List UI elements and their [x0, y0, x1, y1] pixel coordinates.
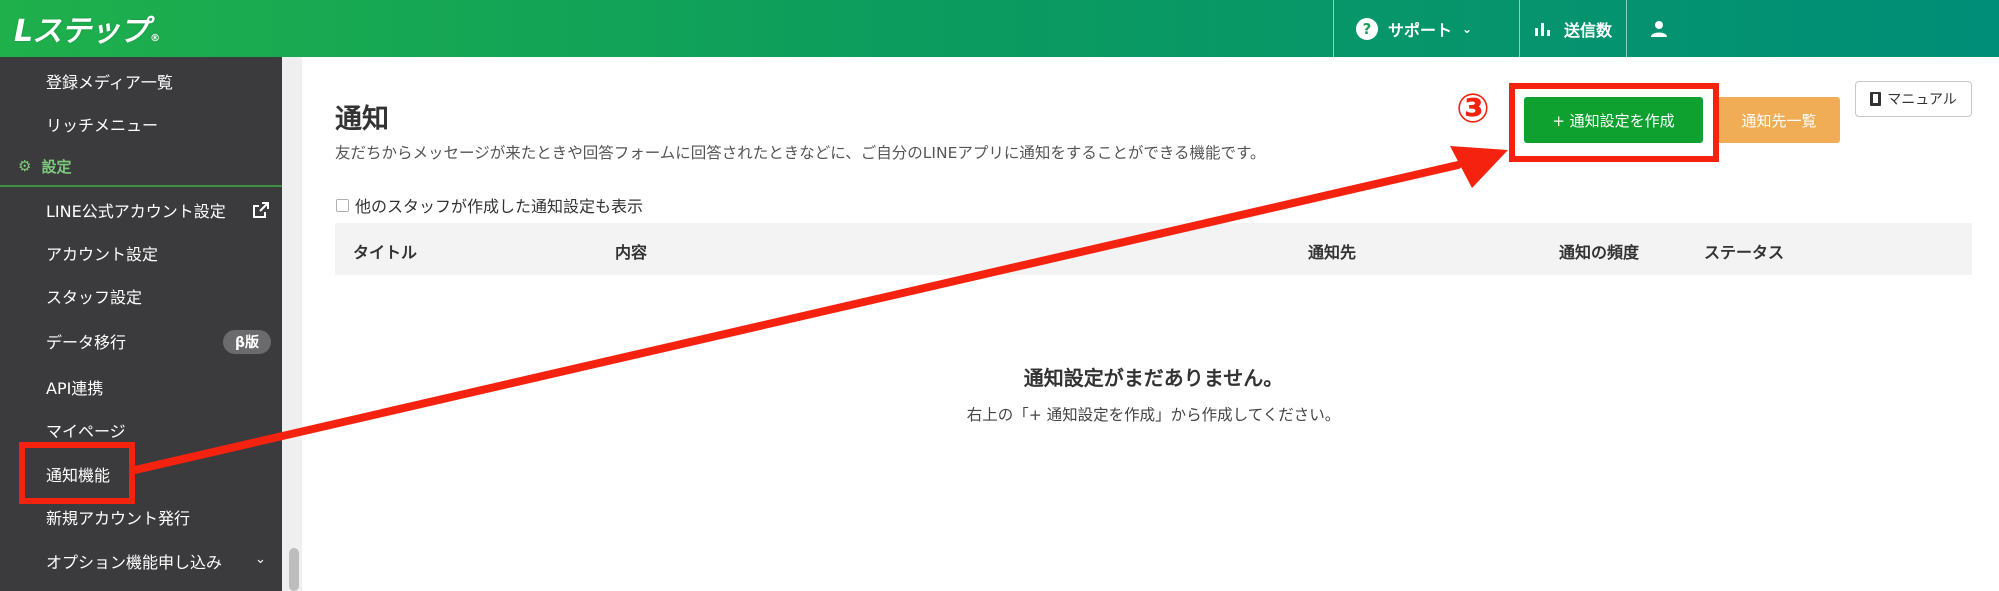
arrow-shaft	[131, 161, 1462, 474]
annotation-arrow	[131, 146, 1508, 474]
